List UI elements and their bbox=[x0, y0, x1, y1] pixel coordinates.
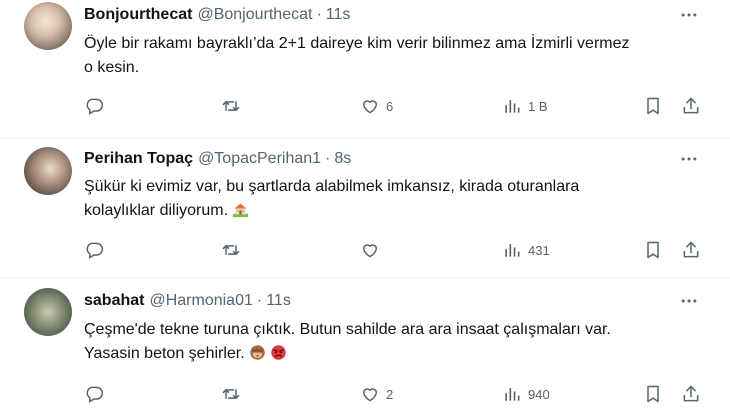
share-icon bbox=[681, 384, 701, 404]
tweet-feed: Bonjourthecat @Bonjourthecat · 11s Öyle … bbox=[0, 0, 730, 420]
tweet[interactable]: sabahat @Harmonia01 · 11s Çeşme'de tekne… bbox=[0, 278, 730, 420]
bookmark-button[interactable] bbox=[643, 239, 663, 261]
more-icon[interactable] bbox=[678, 290, 700, 312]
views-button[interactable]: 1 B bbox=[502, 95, 548, 117]
share-icon bbox=[681, 96, 701, 116]
separator-dot: · bbox=[316, 6, 322, 23]
views-icon bbox=[502, 96, 522, 116]
bookmark-icon bbox=[643, 384, 663, 404]
user-handle[interactable]: @Bonjourthecat bbox=[197, 4, 312, 26]
tweet[interactable]: Bonjourthecat @Bonjourthecat · 11s Öyle … bbox=[0, 0, 730, 139]
retweet-button[interactable] bbox=[220, 239, 248, 261]
tweet-text: Şükür ki evimiz var, bu şartlarda alabil… bbox=[84, 175, 714, 223]
like-button[interactable]: 2 bbox=[360, 383, 393, 405]
user-handle[interactable]: @TopacPerihan1 bbox=[198, 148, 321, 170]
views-count: 431 bbox=[528, 242, 550, 258]
views-count: 940 bbox=[528, 386, 550, 402]
tweet-actions: 6 1 B bbox=[84, 95, 704, 117]
user-name[interactable]: sabahat bbox=[84, 290, 144, 312]
like-icon bbox=[360, 240, 380, 260]
tweet-text-line: Öyle bir rakamı bayraklı’da 2+1 daireye … bbox=[84, 35, 630, 52]
tweet-actions: 431 bbox=[84, 239, 704, 261]
tweet-header: Bonjourthecat @Bonjourthecat · 11s bbox=[84, 4, 700, 26]
views-count: 1 B bbox=[528, 98, 548, 114]
reply-button[interactable] bbox=[84, 383, 110, 405]
bookmark-icon bbox=[643, 240, 663, 260]
reply-button[interactable] bbox=[84, 239, 110, 261]
tweet-text-line: Şükür ki evimiz var, bu şartlarda alabil… bbox=[84, 178, 580, 195]
like-icon bbox=[360, 384, 380, 404]
user-name[interactable]: Bonjourthecat bbox=[84, 4, 192, 26]
tweet-text-segment: Yasasin beton şehirler. bbox=[84, 345, 245, 362]
bookmark-button[interactable] bbox=[643, 95, 663, 117]
timestamp[interactable]: 11s bbox=[266, 290, 291, 312]
like-count: 6 bbox=[386, 98, 394, 114]
share-button[interactable] bbox=[681, 95, 701, 117]
tweet-text-line: Çeşme'de tekne turuna çıktık. Butun sahi… bbox=[84, 321, 611, 338]
tweet-actions: 2 940 bbox=[84, 383, 704, 405]
tweet-text-line: kolaylıklar diliyorum. bbox=[84, 199, 714, 223]
like-count: 2 bbox=[386, 386, 394, 402]
more-icon[interactable] bbox=[678, 4, 700, 26]
reply-icon bbox=[84, 240, 104, 260]
share-button[interactable] bbox=[681, 383, 701, 405]
separator-dot: · bbox=[325, 150, 331, 167]
avatar[interactable] bbox=[24, 147, 72, 195]
tweet-text-segment: kolaylıklar diliyorum. bbox=[84, 202, 229, 219]
user-handle[interactable]: @Harmonia01 bbox=[149, 290, 252, 312]
like-icon bbox=[360, 96, 380, 116]
views-icon bbox=[502, 384, 522, 404]
views-icon bbox=[502, 240, 522, 260]
share-button[interactable] bbox=[681, 239, 701, 261]
views-button[interactable]: 940 bbox=[502, 383, 550, 405]
like-button[interactable]: 6 bbox=[360, 95, 393, 117]
avatar[interactable] bbox=[24, 288, 72, 336]
bookmark-button[interactable] bbox=[643, 383, 663, 405]
retweet-icon bbox=[220, 96, 242, 116]
retweet-button[interactable] bbox=[220, 95, 248, 117]
retweet-icon bbox=[220, 240, 242, 260]
tweet-text-line: o kesin. bbox=[84, 59, 140, 76]
tweet-header: Perihan Topaç @TopacPerihan1 · 8s bbox=[84, 148, 700, 170]
avatar[interactable] bbox=[24, 2, 72, 50]
timestamp[interactable]: 11s bbox=[326, 4, 351, 26]
tweet-header: sabahat @Harmonia01 · 11s bbox=[84, 290, 700, 312]
tweet-text: Çeşme'de tekne turuna çıktık. Butun sahi… bbox=[84, 318, 714, 366]
timestamp[interactable]: 8s bbox=[334, 148, 351, 170]
reply-icon bbox=[84, 384, 104, 404]
retweet-button[interactable] bbox=[220, 383, 248, 405]
reply-icon bbox=[84, 96, 104, 116]
house-with-garden-emoji bbox=[232, 201, 249, 218]
tweet-text-line: Yasasin beton şehirler. bbox=[84, 342, 714, 366]
more-icon[interactable] bbox=[678, 148, 700, 170]
reply-button[interactable] bbox=[84, 95, 110, 117]
see-no-evil-monkey-emoji bbox=[249, 344, 266, 361]
bookmark-icon bbox=[643, 96, 663, 116]
tweet[interactable]: Perihan Topaç @TopacPerihan1 · 8s Şükür … bbox=[0, 139, 730, 278]
user-name[interactable]: Perihan Topaç bbox=[84, 148, 193, 170]
separator-dot: · bbox=[256, 292, 263, 309]
retweet-icon bbox=[220, 384, 242, 404]
views-button[interactable]: 431 bbox=[502, 239, 550, 261]
share-icon bbox=[681, 240, 701, 260]
like-button[interactable] bbox=[360, 239, 386, 261]
angry-face-emoji bbox=[270, 344, 287, 361]
tweet-text: Öyle bir rakamı bayraklı’da 2+1 daireye … bbox=[84, 32, 714, 80]
